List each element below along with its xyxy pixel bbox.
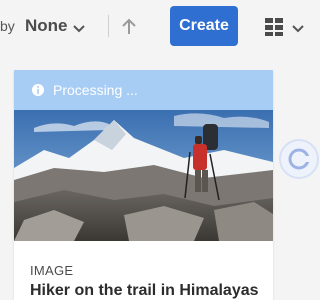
create-button[interactable]: Create [170, 6, 238, 46]
processing-status-bar: Processing ... [14, 70, 273, 110]
chevron-down-icon[interactable] [291, 22, 305, 36]
floating-assistant-button[interactable] [279, 139, 319, 179]
grid-view-icon[interactable] [264, 17, 284, 37]
arrow-up-icon[interactable] [119, 17, 139, 37]
sort-by-label: by [0, 18, 15, 34]
asset-type-label: IMAGE [30, 263, 74, 278]
asset-title[interactable]: Hiker on the trail in Himalayas [30, 282, 259, 300]
info-icon [32, 84, 44, 96]
chevron-down-icon[interactable] [72, 22, 86, 36]
assistant-icon [288, 148, 310, 170]
status-text: Processing ... [53, 82, 138, 98]
sort-select-value[interactable]: None [25, 16, 68, 36]
toolbar: by None Create [0, 0, 310, 56]
toolbar-divider [108, 15, 109, 37]
asset-thumbnail[interactable] [14, 110, 273, 241]
asset-card[interactable]: Processing ... IMAGE Hiker on the trail … [14, 70, 273, 300]
